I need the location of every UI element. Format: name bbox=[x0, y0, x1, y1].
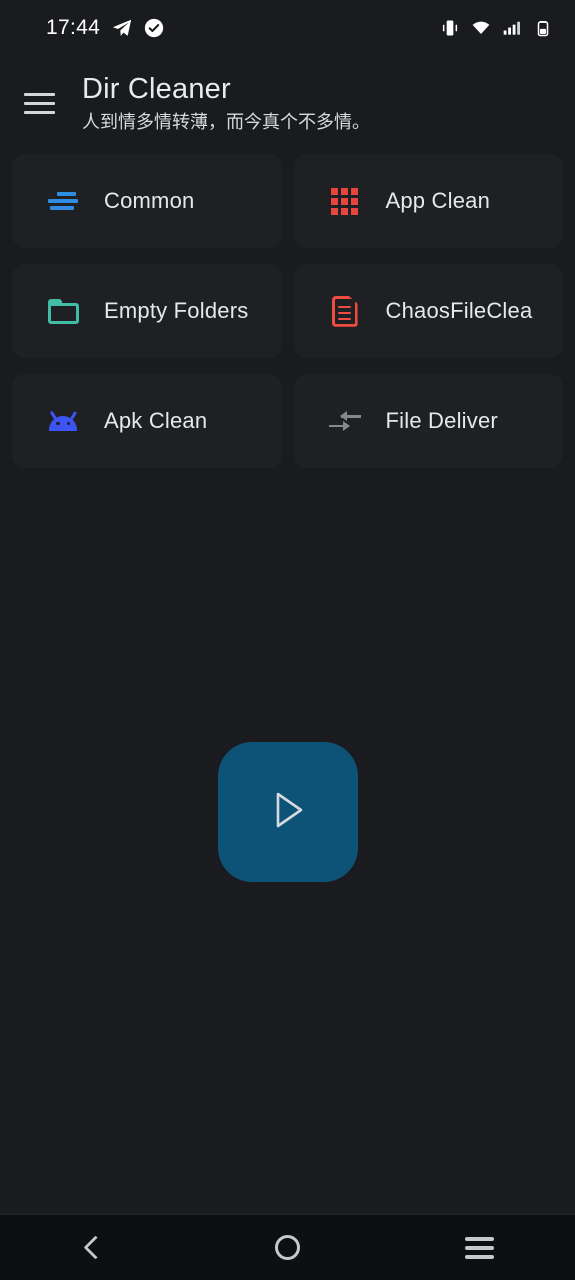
card-common[interactable]: Common bbox=[12, 154, 282, 249]
recents-lines-icon bbox=[464, 1236, 494, 1259]
card-label: File Deliver bbox=[385, 408, 498, 434]
play-triangle-icon bbox=[266, 786, 310, 839]
back-chevron-icon bbox=[83, 1235, 108, 1260]
card-label: Apk Clean bbox=[104, 408, 208, 434]
nav-home-button[interactable] bbox=[192, 1215, 384, 1280]
card-label: Common bbox=[104, 188, 195, 214]
home-circle-icon bbox=[275, 1235, 300, 1260]
card-label: Empty Folders bbox=[104, 298, 249, 324]
hamburger-line bbox=[24, 101, 55, 105]
status-bar: 17:44 bbox=[0, 0, 575, 56]
app-bar-titles: Dir Cleaner 人到情多情转薄，而今真个不多情。 bbox=[82, 72, 370, 134]
vibrate-icon bbox=[440, 18, 460, 38]
folder-icon bbox=[46, 294, 80, 328]
card-chaos-file-cleaner[interactable]: ChaosFileClea bbox=[293, 264, 563, 359]
status-bar-right bbox=[440, 18, 553, 38]
content-area bbox=[0, 468, 575, 1214]
check-circle-icon bbox=[144, 18, 164, 38]
apps-grid-icon bbox=[328, 184, 362, 218]
nav-recents-button[interactable] bbox=[383, 1215, 575, 1280]
system-navigation-bar bbox=[0, 1214, 575, 1280]
start-button[interactable] bbox=[218, 742, 358, 883]
page-title: Dir Cleaner bbox=[82, 73, 231, 105]
transfer-arrows-icon bbox=[328, 404, 362, 438]
nav-back-button[interactable] bbox=[0, 1215, 192, 1280]
card-label: App Clean bbox=[385, 188, 491, 214]
android-robot-icon bbox=[46, 404, 80, 438]
page-subtitle: 人到情多情转薄，而今真个不多情。 bbox=[82, 111, 370, 132]
document-icon bbox=[328, 294, 362, 328]
cellular-signal-icon bbox=[502, 18, 522, 38]
card-app-clean[interactable]: App Clean bbox=[293, 154, 563, 249]
battery-icon bbox=[533, 18, 553, 38]
hamburger-line bbox=[24, 110, 55, 114]
card-empty-folders[interactable]: Empty Folders bbox=[12, 264, 282, 359]
card-label: ChaosFileClea bbox=[385, 298, 533, 324]
hamburger-menu-icon[interactable] bbox=[24, 86, 58, 120]
app-bar: Dir Cleaner 人到情多情转薄，而今真个不多情。 bbox=[0, 56, 575, 153]
hamburger-line bbox=[24, 92, 55, 96]
feature-grid: Common App Clean Empty Folders ChaosFile… bbox=[0, 154, 575, 469]
card-file-deliver[interactable]: File Deliver bbox=[293, 374, 563, 469]
app-screen: 17:44 Dir Cleaner 人到情多情转薄，而今真个不多情。 Commo… bbox=[0, 0, 575, 1280]
status-time: 17:44 bbox=[46, 16, 101, 39]
wifi-icon bbox=[471, 18, 491, 38]
status-bar-left: 17:44 bbox=[46, 16, 164, 40]
card-apk-clean[interactable]: Apk Clean bbox=[12, 374, 282, 469]
sort-lines-icon bbox=[46, 184, 80, 218]
telegram-icon bbox=[111, 17, 133, 39]
